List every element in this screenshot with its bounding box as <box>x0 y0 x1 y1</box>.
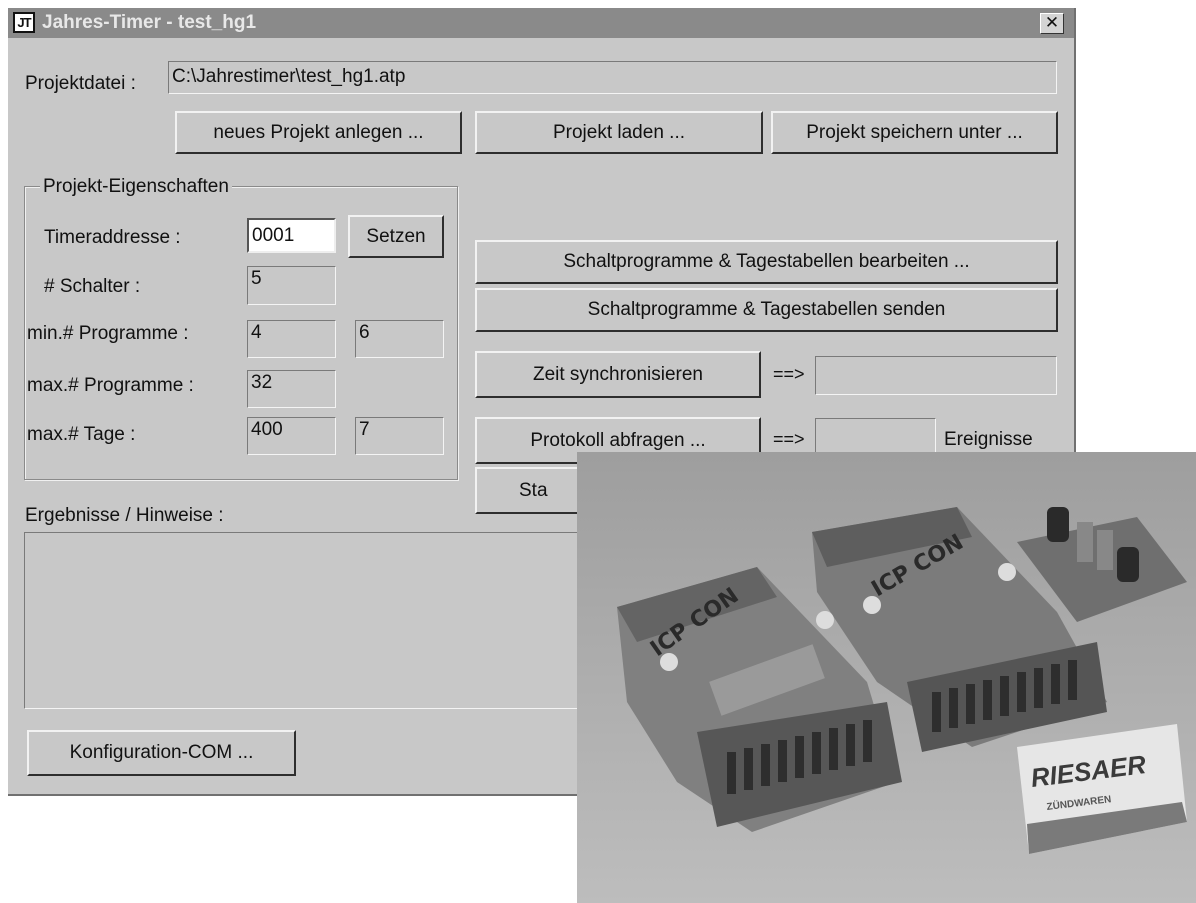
close-button[interactable]: ✕ <box>1040 13 1064 34</box>
set-address-button[interactable]: Setzen <box>348 215 444 258</box>
min-programs-value-2: 6 <box>355 320 444 358</box>
send-programs-button[interactable]: Schaltprogramme & Tagestabellen senden <box>475 288 1058 332</box>
title-bar[interactable]: JT Jahres-Timer - test_hg1 ✕ <box>8 8 1074 38</box>
load-project-button[interactable]: Projekt laden ... <box>475 111 763 154</box>
sync-result-field <box>815 356 1057 395</box>
save-project-as-button[interactable]: Projekt speichern unter ... <box>771 111 1058 154</box>
results-box <box>24 532 584 709</box>
hardware-photo: ICP CON ICP CON RIESAER ZÜNDWAREN <box>577 452 1196 903</box>
close-icon: ✕ <box>1044 13 1060 33</box>
project-properties-title: Projekt-Eigenschaften <box>40 176 232 198</box>
app-icon[interactable]: JT <box>13 12 35 33</box>
window-title: Jahres-Timer - test_hg1 <box>42 12 257 33</box>
switches-value: 5 <box>247 266 336 305</box>
max-days-label: max.# Tage : <box>27 424 136 445</box>
timer-address-input[interactable]: 0001 <box>247 218 336 253</box>
sync-arrow: ==> <box>773 364 805 384</box>
results-label: Ergebnisse / Hinweise : <box>25 505 224 526</box>
max-days-value-2: 7 <box>355 417 444 455</box>
new-project-button[interactable]: neues Projekt anlegen ... <box>175 111 462 154</box>
max-days-value: 400 <box>247 417 336 455</box>
sync-time-button[interactable]: Zeit synchronisieren <box>475 351 761 398</box>
log-arrow: ==> <box>773 429 805 449</box>
min-programs-label: min.# Programme : <box>27 323 189 344</box>
config-com-button[interactable]: Konfiguration-COM ... <box>27 730 296 776</box>
project-file-label: Projektdatei : <box>25 73 136 94</box>
max-programs-value: 32 <box>247 370 336 408</box>
max-programs-label: max.# Programme : <box>27 375 194 396</box>
edit-programs-button[interactable]: Schaltprogramme & Tagestabellen bearbeit… <box>475 240 1058 284</box>
min-programs-value: 4 <box>247 320 336 358</box>
switches-label: # Schalter : <box>44 276 141 297</box>
events-label: Ereignisse <box>944 429 1033 450</box>
project-file-path: C:\Jahrestimer\test_hg1.atp <box>168 61 1057 94</box>
timer-address-label: Timeraddresse : <box>44 227 181 248</box>
